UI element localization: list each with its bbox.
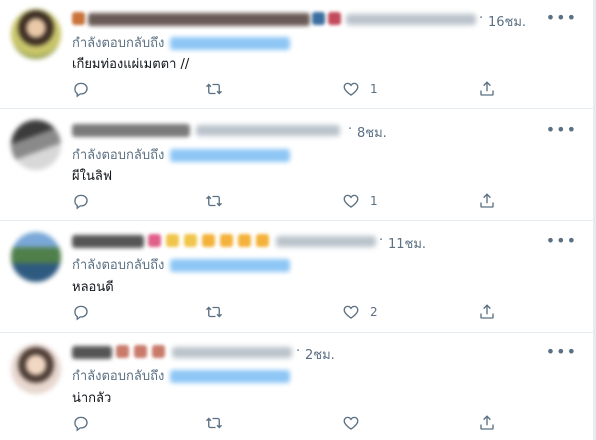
name-emoji <box>116 345 129 358</box>
share-icon <box>480 415 494 430</box>
reply-button[interactable] <box>72 191 90 211</box>
tweet-text: หลอนดี <box>72 280 114 295</box>
replying-to-label: กำลังตอบกลับถึง <box>72 36 165 51</box>
replying-to: กำลังตอบกลับถึง <box>72 144 291 163</box>
retweet-button[interactable] <box>205 302 223 322</box>
tweet[interactable]: · 16ชม. ••• กำลังตอบกลับถึง เกียมท่องแผ่… <box>0 0 593 109</box>
replying-to-label: กำลังตอบกลับถึง <box>72 258 165 273</box>
reply-button[interactable] <box>72 413 90 433</box>
dot-separator: · <box>479 11 484 26</box>
mention-link[interactable] <box>170 370 291 383</box>
tweet-text: ผีในลิฟ <box>72 169 113 184</box>
replying-to-label: กำลังตอบกลับถึง <box>72 148 165 163</box>
tweet[interactable]: · 2ชม. ••• กำลังตอบกลับถึง น่ากลัว <box>0 332 593 440</box>
display-name[interactable] <box>72 235 144 248</box>
comment-icon <box>74 194 88 210</box>
like-count: 2 <box>370 305 378 319</box>
dot-separator: · <box>296 344 301 359</box>
comment-icon <box>74 82 88 98</box>
heart-icon <box>343 305 359 319</box>
retweet-button[interactable] <box>205 413 223 433</box>
heart-icon <box>343 194 359 208</box>
avatar[interactable] <box>11 344 61 394</box>
tweet-actions: 2 <box>72 302 502 322</box>
timestamp[interactable]: 11ชม. <box>388 233 426 254</box>
retweet-button[interactable] <box>205 79 223 99</box>
share-icon <box>480 193 494 208</box>
retweet-icon <box>206 417 222 429</box>
name-emoji <box>152 345 165 358</box>
avatar[interactable] <box>11 120 61 170</box>
retweet-button[interactable] <box>205 191 223 211</box>
display-name[interactable] <box>88 13 310 26</box>
like-button[interactable]: 1 <box>342 191 378 211</box>
more-icon[interactable]: ••• <box>546 10 577 26</box>
share-button[interactable] <box>478 79 496 99</box>
retweet-icon <box>206 195 222 207</box>
comment-icon <box>74 416 88 432</box>
timestamp[interactable]: 16ชม. <box>488 11 526 32</box>
display-name[interactable] <box>72 346 112 359</box>
dot-separator: · <box>348 122 353 137</box>
name-emoji <box>220 234 233 247</box>
mention-link[interactable] <box>170 259 291 272</box>
retweet-icon <box>206 83 222 95</box>
name-emoji <box>256 234 269 247</box>
name-emoji <box>312 12 325 25</box>
tweet[interactable]: · 11ชม. ••• กำลังตอบกลับถึง หลอนดี 2 <box>0 220 593 333</box>
share-icon <box>480 304 494 319</box>
tweet-actions <box>72 413 502 433</box>
reply-button[interactable] <box>72 302 90 322</box>
tweet-text: เกียมท่องแผ่เมตตา // <box>72 57 190 72</box>
avatar[interactable] <box>11 9 61 59</box>
name-emoji <box>184 234 197 247</box>
tweet-actions: 1 <box>72 79 502 99</box>
name-emoji <box>72 12 85 25</box>
username[interactable] <box>196 125 340 136</box>
like-count: 1 <box>370 82 378 96</box>
tweet-reply-list: · 16ชม. ••• กำลังตอบกลับถึง เกียมท่องแผ่… <box>0 0 593 440</box>
heart-icon <box>343 416 359 430</box>
dot-separator: · <box>379 233 384 248</box>
name-emoji <box>166 234 179 247</box>
reply-button[interactable] <box>72 79 90 99</box>
replying-to: กำลังตอบกลับถึง <box>72 32 291 51</box>
name-emoji <box>328 12 341 25</box>
more-icon[interactable]: ••• <box>546 122 577 138</box>
tweet[interactable]: · 8ชม. ••• กำลังตอบกลับถึง ผีในลิฟ 1 <box>0 108 593 221</box>
retweet-icon <box>206 306 222 318</box>
like-button[interactable]: 1 <box>342 79 378 99</box>
username[interactable] <box>172 347 292 358</box>
tweet-actions: 1 <box>72 191 502 211</box>
username[interactable] <box>346 14 476 25</box>
more-icon[interactable]: ••• <box>546 344 577 360</box>
mention-link[interactable] <box>170 37 291 50</box>
heart-icon <box>343 82 359 96</box>
replying-to: กำลังตอบกลับถึง <box>72 254 291 273</box>
like-count: 1 <box>370 194 378 208</box>
timestamp[interactable]: 2ชม. <box>305 344 335 365</box>
mention-link[interactable] <box>170 149 291 162</box>
display-name[interactable] <box>72 124 190 137</box>
comment-icon <box>74 305 88 321</box>
name-emoji <box>134 345 147 358</box>
share-button[interactable] <box>478 413 496 433</box>
name-emoji <box>238 234 251 247</box>
name-emoji <box>148 234 161 247</box>
username[interactable] <box>276 236 376 247</box>
replying-to: กำลังตอบกลับถึง <box>72 365 291 384</box>
share-icon <box>480 81 494 96</box>
share-button[interactable] <box>478 302 496 322</box>
tweet-text: น่ากลัว <box>72 391 112 406</box>
name-emoji <box>202 234 215 247</box>
replying-to-label: กำลังตอบกลับถึง <box>72 369 165 384</box>
avatar[interactable] <box>11 232 61 282</box>
like-button[interactable]: 2 <box>342 302 378 322</box>
share-button[interactable] <box>478 191 496 211</box>
more-icon[interactable]: ••• <box>546 233 577 249</box>
like-button[interactable] <box>342 413 370 433</box>
timestamp[interactable]: 8ชม. <box>357 122 387 143</box>
